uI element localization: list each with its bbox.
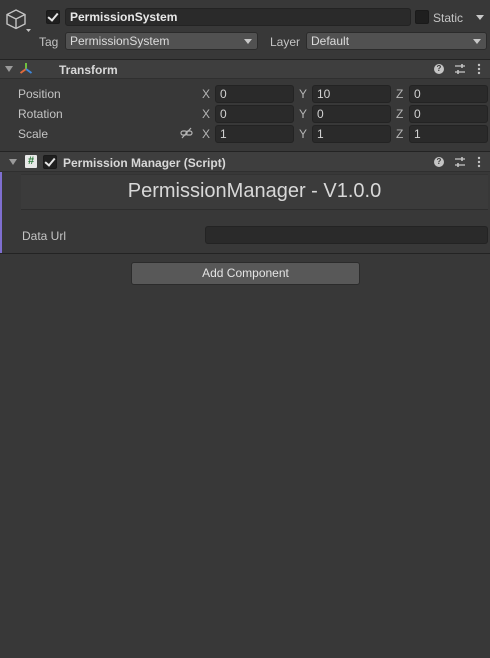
gameobject-cube-icon[interactable] [5, 8, 31, 34]
chevron-down-icon [473, 39, 481, 44]
position-y-field[interactable]: 10 [312, 85, 391, 103]
help-icon[interactable]: ? [434, 64, 444, 74]
script-component-title: Permission Manager (Script) [63, 156, 226, 170]
layer-value: Default [311, 34, 350, 48]
preset-sliders-icon[interactable] [454, 156, 466, 168]
rotation-y-field[interactable]: 0 [312, 105, 391, 123]
transform-title: Transform [59, 63, 118, 77]
data-url-label[interactable]: Data Url [22, 228, 66, 244]
component-accent-bar [0, 172, 2, 253]
script-enabled-checkbox[interactable] [43, 155, 57, 169]
script-foldout-icon[interactable] [9, 159, 17, 165]
scale-z-field[interactable]: 1 [409, 125, 488, 143]
scale-y-axis-label[interactable]: Y [299, 126, 307, 142]
scale-x-field[interactable]: 1 [215, 125, 294, 143]
position-z-axis-label[interactable]: Z [396, 86, 403, 102]
position-y-axis-label[interactable]: Y [299, 86, 307, 102]
rotation-z-axis-label[interactable]: Z [396, 106, 403, 122]
kebab-menu-icon[interactable] [477, 63, 481, 75]
position-z-field[interactable]: 0 [409, 85, 488, 103]
layer-dropdown[interactable]: Default [306, 32, 487, 50]
data-url-field[interactable] [205, 226, 488, 244]
rotation-y-axis-label[interactable]: Y [299, 106, 307, 122]
position-label[interactable]: Position [18, 86, 61, 102]
position-x-field[interactable]: 0 [215, 85, 294, 103]
constrain-proportions-icon[interactable] [180, 127, 193, 139]
tag-label: Tag [39, 35, 59, 49]
rotation-z-field[interactable]: 0 [409, 105, 488, 123]
rotation-x-field[interactable]: 0 [215, 105, 294, 123]
static-dropdown-arrow-icon[interactable] [476, 15, 484, 20]
scale-label[interactable]: Scale [18, 126, 48, 142]
active-checkbox[interactable] [46, 10, 60, 24]
scale-y-field[interactable]: 1 [312, 125, 391, 143]
position-x-axis-label[interactable]: X [202, 86, 210, 102]
static-label: Static [433, 11, 464, 25]
kebab-menu-icon[interactable] [477, 156, 481, 168]
add-component-button[interactable]: Add Component [131, 262, 360, 285]
rotation-x-axis-label[interactable]: X [202, 106, 210, 122]
preset-sliders-icon[interactable] [454, 63, 466, 75]
script-hash-icon: # [25, 155, 37, 168]
rotation-label[interactable]: Rotation [18, 106, 63, 122]
static-checkbox[interactable] [415, 10, 429, 24]
component-divider [0, 253, 490, 254]
object-name-field[interactable]: PermissionSystem [65, 8, 411, 26]
scale-x-axis-label[interactable]: X [202, 126, 210, 142]
help-icon[interactable]: ? [434, 157, 444, 167]
chevron-down-icon [244, 39, 252, 44]
version-banner-text: PermissionManager - V1.0.0 [127, 180, 382, 202]
layer-label: Layer [270, 35, 301, 49]
transform-axes-icon [19, 62, 33, 76]
tag-dropdown[interactable]: PermissionSystem [65, 32, 258, 50]
scale-z-axis-label[interactable]: Z [396, 126, 403, 142]
tag-value: PermissionSystem [70, 34, 170, 48]
transform-foldout-icon[interactable] [5, 66, 13, 72]
